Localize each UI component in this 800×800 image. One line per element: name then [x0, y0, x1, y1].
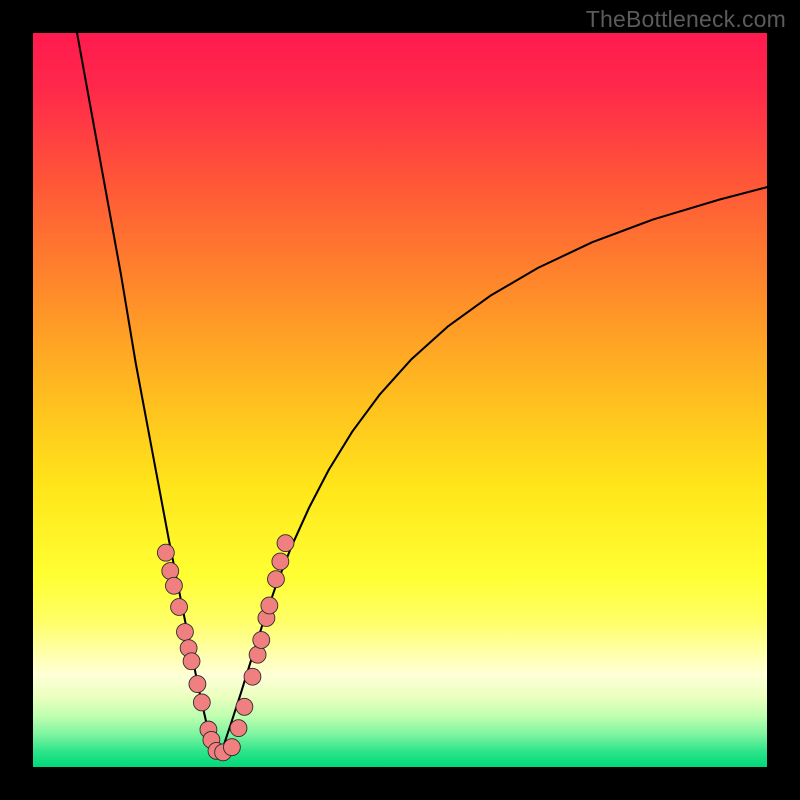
plot-area: [33, 33, 767, 767]
data-marker: [171, 599, 188, 616]
data-marker: [277, 535, 294, 552]
chart-frame: TheBottleneck.com: [0, 0, 800, 800]
data-marker: [249, 646, 266, 663]
data-marker: [261, 597, 278, 614]
data-marker: [223, 739, 240, 756]
data-marker: [193, 694, 210, 711]
data-marker: [189, 676, 206, 693]
data-marker: [236, 698, 253, 715]
data-marker: [268, 571, 285, 588]
data-marker: [162, 563, 179, 580]
data-markers: [157, 535, 294, 761]
data-marker: [272, 553, 289, 570]
data-marker: [183, 653, 200, 670]
data-marker: [230, 720, 247, 737]
data-marker: [165, 577, 182, 594]
right-branch-curve: [217, 187, 768, 756]
curve-layer: [33, 33, 767, 767]
watermark-text: TheBottleneck.com: [586, 6, 786, 33]
data-marker: [253, 632, 270, 649]
data-marker: [176, 624, 193, 641]
data-marker: [157, 544, 174, 561]
data-marker: [244, 668, 261, 685]
